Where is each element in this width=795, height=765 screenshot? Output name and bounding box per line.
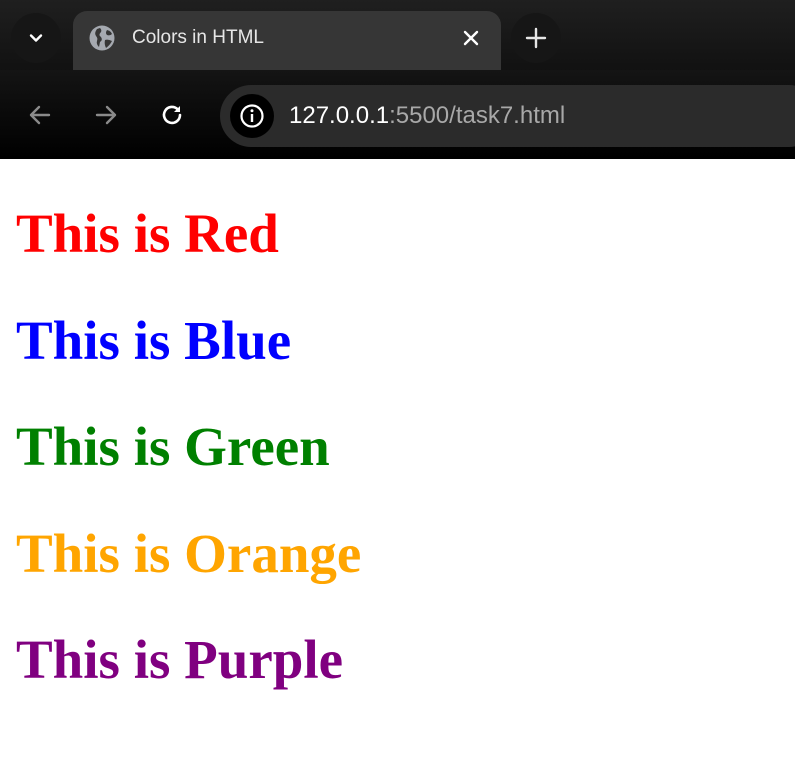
heading-orange: This is Orange bbox=[16, 523, 362, 584]
tab-search-button[interactable] bbox=[11, 13, 61, 63]
heading-purple: This is Purple bbox=[16, 629, 344, 690]
close-icon bbox=[463, 30, 479, 46]
arrow-right-icon bbox=[95, 105, 117, 125]
site-info-button[interactable] bbox=[230, 94, 274, 138]
page-content: This is Red This is Blue This is Green T… bbox=[0, 159, 795, 765]
tab-close-button[interactable] bbox=[457, 24, 485, 52]
chevron-down-icon bbox=[29, 34, 43, 42]
toolbar: 127.0.0.1:5500/task7.html bbox=[0, 70, 795, 159]
active-tab[interactable]: Colors in HTML bbox=[73, 11, 501, 70]
url-host: 127.0.0.1 bbox=[289, 102, 390, 129]
reload-button[interactable] bbox=[150, 93, 194, 137]
heading-blue: This is Blue bbox=[16, 310, 292, 371]
url-path: :5500/task7.html bbox=[389, 102, 566, 129]
reload-icon bbox=[162, 105, 182, 125]
tab-strip: Colors in HTML bbox=[0, 0, 795, 70]
plus-icon bbox=[525, 27, 547, 49]
new-tab-button[interactable] bbox=[511, 13, 561, 63]
url-text[interactable]: 127.0.0.1:5500/task7.html bbox=[289, 99, 565, 133]
back-button[interactable] bbox=[18, 93, 62, 137]
heading-green: This is Green bbox=[16, 416, 330, 477]
info-icon bbox=[240, 104, 264, 128]
globe-icon bbox=[89, 25, 115, 51]
tab-title: Colors in HTML bbox=[132, 27, 264, 48]
heading-red: This is Red bbox=[16, 203, 279, 264]
forward-button[interactable] bbox=[84, 93, 128, 137]
address-bar[interactable]: 127.0.0.1:5500/task7.html bbox=[220, 85, 795, 147]
arrow-left-icon bbox=[29, 105, 51, 125]
browser-chrome: Colors in HTML 127.0.0.1:5500/task7.html bbox=[0, 0, 795, 159]
